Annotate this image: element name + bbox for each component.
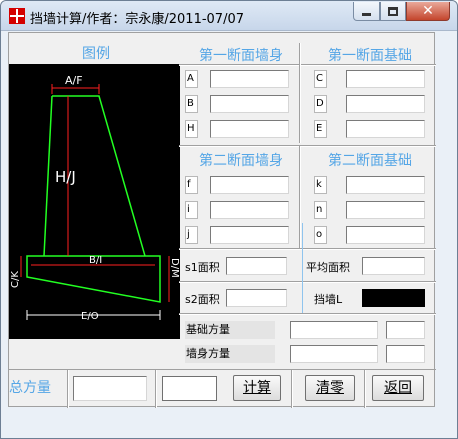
close-button[interactable]: ✕ <box>406 2 450 21</box>
diagram-svg: A/F H/J B/I C/K D/M E/O <box>10 74 180 322</box>
input-i[interactable] <box>210 201 289 219</box>
label-bottom: E/O <box>81 311 99 322</box>
bottom-separator-4 <box>364 370 366 408</box>
total-volume-label: 总方量 <box>9 380 51 396</box>
separator-h5 <box>179 313 436 315</box>
clear-button[interactable]: 清零 <box>305 375 355 401</box>
foundation-volume-extra[interactable] <box>386 321 425 339</box>
input-k[interactable] <box>346 176 425 194</box>
back-button[interactable]: 返回 <box>372 375 424 401</box>
bottom-separator-1 <box>67 370 69 408</box>
input-f[interactable] <box>210 176 289 194</box>
minimize-button[interactable] <box>353 2 380 21</box>
field-label-e: E <box>314 120 327 138</box>
window-title: 挡墙计算/作者：宗永康/2011-07/07 <box>30 12 244 27</box>
field-label-k: k <box>314 176 327 194</box>
maximize-button[interactable] <box>380 2 406 21</box>
retaining-wall-diagram: A/F H/J B/I C/K D/M E/O <box>9 64 180 339</box>
s2-area-label: s2面积 <box>185 293 220 306</box>
wall-left-edge <box>43 95 53 257</box>
field-label-f: f <box>185 176 198 194</box>
field-label-a: A <box>185 70 198 88</box>
label-right-side: D/M <box>169 258 180 278</box>
field-label-h: H <box>185 120 198 138</box>
input-e[interactable] <box>346 120 425 138</box>
field-label-i: i <box>185 201 198 219</box>
label-top: A/F <box>65 74 83 87</box>
separator-v1 <box>299 43 301 143</box>
calculate-button[interactable]: 计算 <box>233 375 281 401</box>
wall-volume-input[interactable] <box>290 345 378 363</box>
field-label-d: D <box>314 95 327 113</box>
field-label-n: n <box>314 201 327 219</box>
total-volume-extra[interactable] <box>162 376 217 401</box>
section1-wall-header: 第一断面墙身 <box>199 48 283 64</box>
input-n[interactable] <box>346 201 425 219</box>
section2-wall-header: 第二断面墙身 <box>199 153 283 169</box>
legend-title: 图例 <box>82 46 110 62</box>
bottom-separator-2 <box>155 370 157 408</box>
s1-area-input[interactable] <box>226 257 287 275</box>
s2-area-input[interactable] <box>226 289 287 307</box>
wall-volume-extra[interactable] <box>386 345 425 363</box>
field-label-o: o <box>314 226 327 244</box>
field-label-b: B <box>185 95 198 113</box>
wall-length-input[interactable] <box>362 289 425 307</box>
input-b[interactable] <box>210 95 289 113</box>
foundation-volume-input[interactable] <box>290 321 378 339</box>
total-volume-input[interactable] <box>73 376 147 401</box>
input-c[interactable] <box>346 70 425 88</box>
wall-volume-label: 墙身方量 <box>185 345 275 363</box>
label-height: H/J <box>55 168 76 186</box>
section1-foundation-header: 第一断面基础 <box>328 48 412 64</box>
bottom-separator-3 <box>291 370 293 408</box>
separator-h3 <box>179 248 436 250</box>
separator-blue <box>302 223 303 313</box>
avg-area-label: 平均面积 <box>306 261 350 274</box>
input-o[interactable] <box>346 226 425 244</box>
close-icon: ✕ <box>422 3 434 19</box>
label-left-side: C/K <box>10 271 21 288</box>
separator-h4 <box>179 281 436 283</box>
wall-length-label: 挡墙L <box>314 293 343 306</box>
app-icon <box>9 8 25 24</box>
input-j[interactable] <box>210 226 289 244</box>
minimize-icon <box>362 12 371 16</box>
form-client-area: 图例 A/F H/J B/I C/K D/M E/O 第一断面墙身 第一断面基础… <box>8 32 436 408</box>
input-d[interactable] <box>346 95 425 113</box>
app-window: 挡墙计算/作者：宗永康/2011-07/07 ✕ 图例 A/F H/J B/I … <box>0 0 458 439</box>
label-base-top: B/I <box>89 255 102 266</box>
separator-v2 <box>299 146 301 248</box>
field-label-c: C <box>314 70 327 88</box>
s1-area-label: s1面积 <box>185 261 220 274</box>
section2-foundation-header: 第二断面基础 <box>328 153 412 169</box>
input-h[interactable] <box>210 120 289 138</box>
separator-h2 <box>179 145 436 147</box>
field-label-j: j <box>185 226 198 244</box>
title-bar[interactable]: 挡墙计算/作者：宗永康/2011-07/07 ✕ <box>1 1 457 31</box>
maximize-icon <box>388 6 398 16</box>
input-a[interactable] <box>210 70 289 88</box>
avg-area-input[interactable] <box>362 257 425 275</box>
foundation-volume-label: 基础方量 <box>185 321 275 339</box>
